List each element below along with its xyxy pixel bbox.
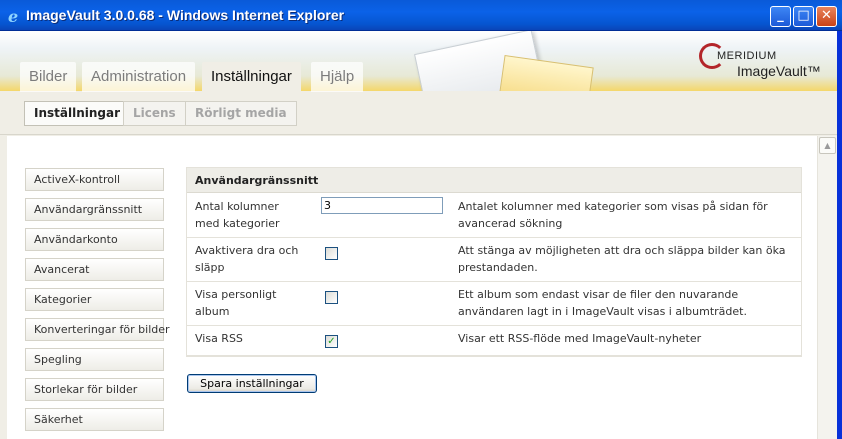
minimize-button[interactable]: _ [770, 6, 791, 27]
setting-description: Antalet kolumner med kategorier som visa… [458, 200, 768, 230]
disable-drag-drop-checkbox[interactable] [325, 247, 338, 260]
sidebar-item-avancerat[interactable]: Avancerat [25, 258, 164, 281]
setting-description: Visar ett RSS-flöde med ImageVault-nyhet… [458, 332, 702, 345]
window-border [837, 31, 842, 439]
show-rss-checkbox[interactable]: ✓ [325, 335, 338, 348]
header-photo-image-2 [496, 55, 594, 91]
meridium-imagevault-logo: MERIDIUM ImageVault™ [697, 41, 825, 83]
setting-label: Antal kolumner med kategorier [195, 200, 280, 230]
setting-row: Visa RSS ✓ Visar ett RSS-flöde med Image… [187, 326, 801, 356]
personal-album-checkbox[interactable] [325, 291, 338, 304]
settings-panel: Användargränssnitt Antal kolumner med ka… [186, 167, 802, 357]
setting-row: Avaktivera dra och släpp Att stänga av m… [187, 238, 801, 282]
save-settings-button[interactable]: Spara inställningar [187, 374, 317, 393]
logo-line1: MERIDIUM [717, 50, 777, 62]
sidebar-item-spegling[interactable]: Spegling [25, 348, 164, 371]
setting-row: Visa personligt album Ett album som enda… [187, 282, 801, 326]
sidebar-item-sakerhet[interactable]: Säkerhet [25, 408, 164, 431]
vertical-scrollbar[interactable]: ▲ [817, 136, 837, 439]
sidebar-item-konverteringar[interactable]: Konverteringar för bilder [25, 318, 170, 341]
subtab-installningar[interactable]: Inställningar [24, 101, 131, 126]
logo-line2: ImageVault™ [737, 63, 821, 79]
setting-description: Ett album som endast visar de filer den … [458, 288, 747, 318]
svg-text:e: e [8, 8, 18, 24]
tab-administration[interactable]: Administration [82, 62, 196, 92]
sidebar-item-anvandarkonto[interactable]: Användarkonto [25, 228, 164, 251]
sidebar-item-anvandargranssnitt[interactable]: Användargränssnitt [25, 198, 164, 221]
setting-label: Visa RSS [195, 332, 243, 345]
columns-input[interactable]: 3 [321, 197, 443, 214]
tab-hjalp[interactable]: Hjälp [311, 62, 364, 92]
scroll-up-arrow-icon[interactable]: ▲ [819, 137, 836, 154]
internet-explorer-icon: e [8, 8, 18, 24]
sidebar-item-storlekar[interactable]: Storlekar för bilder [25, 378, 164, 401]
tab-installningar[interactable]: Inställningar [202, 62, 301, 92]
setting-label: Avaktivera dra och släpp [195, 244, 299, 274]
panel-title: Användargränssnitt [187, 168, 801, 193]
tab-bilder[interactable]: Bilder [20, 62, 77, 92]
window-title: ImageVault 3.0.0.68 - Windows Internet E… [26, 7, 345, 23]
setting-description: Att stänga av möjligheten att dra och sl… [458, 244, 786, 274]
sidebar-item-activex[interactable]: ActiveX-kontroll [25, 168, 164, 191]
maximize-button[interactable]: □ [793, 6, 814, 27]
title-bar: e ImageVault 3.0.0.68 - Windows Internet… [0, 0, 842, 31]
close-button[interactable]: ✕ [816, 6, 837, 27]
subtab-rorligt-media[interactable]: Rörligt media [185, 101, 297, 126]
setting-label: Visa personligt album [195, 288, 277, 318]
subtab-licens[interactable]: Licens [123, 101, 186, 126]
sub-tab-bar: Inställningar Licens Rörligt media [0, 92, 842, 135]
content-area: ActiveX-kontroll Användargränssnitt Anvä… [7, 136, 817, 439]
setting-row: Antal kolumner med kategorier 3 Antalet … [187, 194, 801, 238]
sidebar-item-kategorier[interactable]: Kategorier [25, 288, 164, 311]
